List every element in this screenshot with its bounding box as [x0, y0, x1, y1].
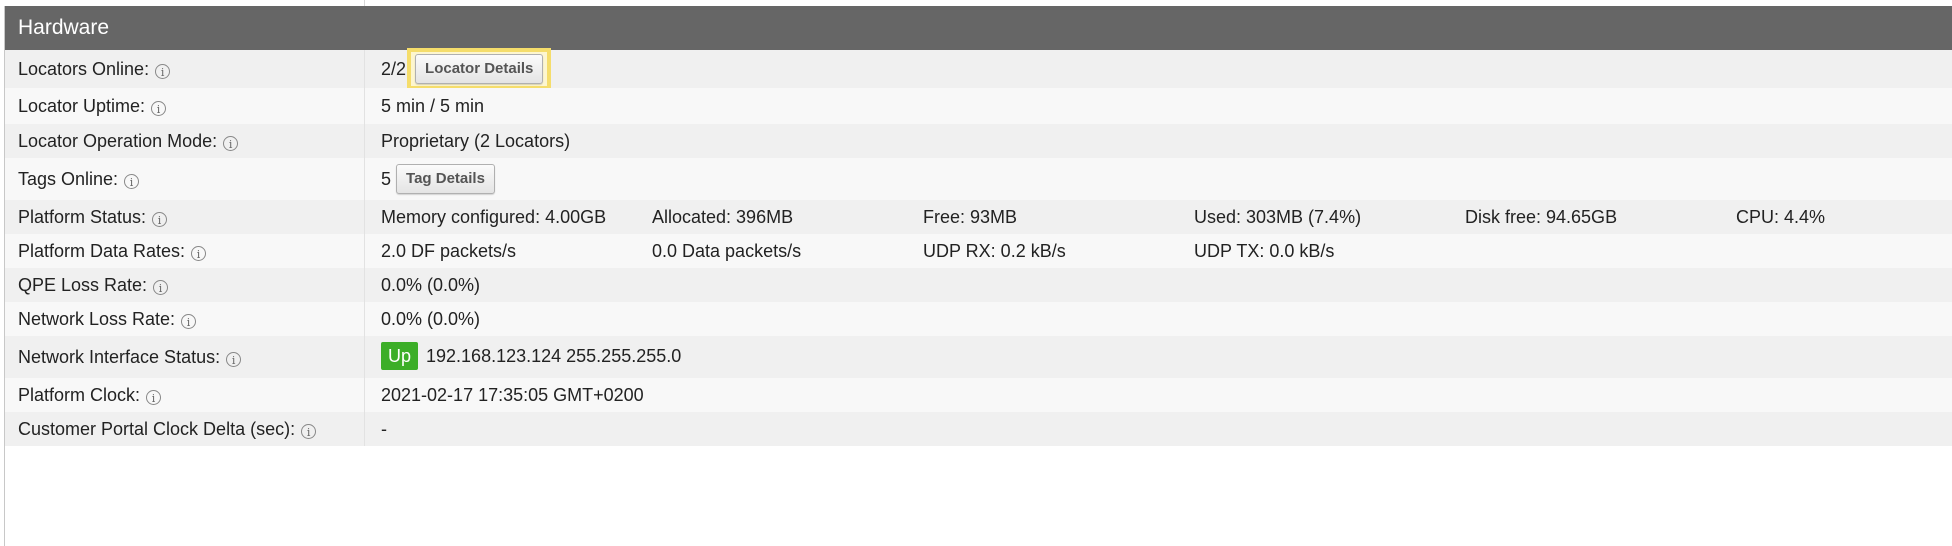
row-value: Memory configured: 4.00GB Allocated: 396… — [365, 200, 1952, 234]
label-text: Customer Portal Clock Delta (sec): — [18, 418, 296, 439]
row-value: 5 Tag Details — [365, 158, 1952, 200]
info-icon[interactable]: i — [153, 279, 169, 295]
row-qpe-loss-rate: QPE Loss Rate: i 0.0% (0.0%) — [5, 268, 1952, 302]
value-text: 0.0% (0.0%) — [381, 274, 481, 295]
label-text: Platform Data Rates: — [18, 240, 186, 261]
row-value: - — [365, 412, 1952, 446]
row-label: Locators Online: i — [5, 50, 365, 88]
info-icon[interactable]: i — [146, 389, 162, 405]
value-text: Proprietary (2 Locators) — [381, 130, 571, 151]
locators-count: 2/2 — [381, 58, 407, 79]
row-value: 2021-02-17 17:35:05 GMT+0200 — [365, 378, 1952, 412]
section-header: Hardware — [5, 6, 1952, 50]
value-text: 2021-02-17 17:35:05 GMT+0200 — [381, 384, 644, 405]
label-text: Platform Clock: — [18, 384, 141, 405]
row-label: QPE Loss Rate: i — [5, 268, 365, 302]
memory-allocated: Allocated: 396MB — [652, 206, 794, 227]
tags-count: 5 — [381, 168, 392, 189]
status-badge: Up — [381, 342, 419, 370]
info-icon[interactable]: i — [151, 100, 167, 116]
memory-used: Used: 303MB (7.4%) — [1194, 206, 1362, 227]
row-label: Platform Status: i — [5, 200, 365, 234]
row-platform-status: Platform Status: i Memory configured: 4.… — [5, 200, 1952, 234]
info-icon[interactable]: i — [181, 313, 197, 329]
udp-rx-rate: UDP RX: 0.2 kB/s — [923, 240, 1066, 261]
value-text: 0.0% (0.0%) — [381, 308, 481, 329]
row-label: Network Interface Status: i — [5, 336, 365, 378]
row-platform-clock: Platform Clock: i 2021-02-17 17:35:05 GM… — [5, 378, 1952, 412]
info-icon[interactable]: i — [191, 245, 207, 261]
label-text: Locator Operation Mode: — [18, 130, 218, 151]
data-packets-rate: 0.0 Data packets/s — [652, 240, 802, 261]
label-text: Network Loss Rate: — [18, 308, 176, 329]
row-locators-online: Locators Online: i 2/2 Locator Details — [5, 48, 1952, 90]
memory-configured: Memory configured: 4.00GB — [381, 206, 607, 227]
row-platform-data-rates: Platform Data Rates: i 2.0 DF packets/s … — [5, 234, 1952, 268]
value-text: - — [381, 418, 387, 439]
label-text: QPE Loss Rate: — [18, 274, 148, 295]
row-value: Proprietary (2 Locators) — [365, 124, 1952, 158]
row-value: 2/2 Locator Details — [365, 48, 1952, 90]
info-icon[interactable]: i — [301, 423, 317, 439]
row-network-interface-status: Network Interface Status: i Up 192.168.1… — [5, 336, 1952, 378]
row-label: Locator Uptime: i — [5, 88, 365, 124]
tag-details-button[interactable]: Tag Details — [396, 164, 495, 194]
row-network-loss-rate: Network Loss Rate: i 0.0% (0.0%) — [5, 302, 1952, 336]
row-value: 0.0% (0.0%) — [365, 268, 1952, 302]
highlight-box: Locator Details — [407, 48, 552, 90]
label-text: Locator Uptime: — [18, 95, 146, 116]
info-icon[interactable]: i — [155, 63, 171, 79]
label-text: Platform Status: — [18, 206, 147, 227]
row-locator-operation-mode: Locator Operation Mode: i Proprietary (2… — [5, 124, 1952, 158]
cpu-usage: CPU: 4.4% — [1736, 206, 1826, 227]
label-text: Network Interface Status: — [18, 346, 221, 367]
row-customer-portal-clock-delta: Customer Portal Clock Delta (sec): i - — [5, 412, 1952, 446]
ip-address: 192.168.123.124 255.255.255.0 — [426, 346, 682, 366]
row-value: 5 min / 5 min — [365, 88, 1952, 124]
label-text: Locators Online: — [18, 58, 150, 79]
info-icon[interactable]: i — [223, 135, 239, 151]
memory-free: Free: 93MB — [923, 206, 1018, 227]
row-label: Platform Data Rates: i — [5, 234, 365, 268]
disk-free: Disk free: 94.65GB — [1465, 206, 1618, 227]
hardware-panel: Hardware Locators Online: i 2/2 Locator … — [4, 6, 1952, 546]
row-value: 2.0 DF packets/s 0.0 Data packets/s UDP … — [365, 234, 1952, 268]
info-icon[interactable]: i — [124, 173, 140, 189]
row-value: Up 192.168.123.124 255.255.255.0 — [365, 336, 1952, 378]
info-icon[interactable]: i — [152, 211, 168, 227]
label-text: Tags Online: — [18, 168, 119, 189]
df-packets-rate: 2.0 DF packets/s — [381, 240, 517, 261]
row-locator-uptime: Locator Uptime: i 5 min / 5 min — [5, 88, 1952, 124]
locator-details-button[interactable]: Locator Details — [415, 54, 544, 84]
row-label: Locator Operation Mode: i — [5, 124, 365, 158]
row-label: Customer Portal Clock Delta (sec): i — [5, 412, 365, 446]
row-value: 0.0% (0.0%) — [365, 302, 1952, 336]
info-icon[interactable]: i — [226, 351, 242, 367]
value-text: 5 min / 5 min — [381, 95, 485, 116]
row-tags-online: Tags Online: i 5 Tag Details — [5, 158, 1952, 200]
row-label: Tags Online: i — [5, 158, 365, 200]
udp-tx-rate: UDP TX: 0.0 kB/s — [1194, 240, 1335, 261]
row-label: Network Loss Rate: i — [5, 302, 365, 336]
row-label: Platform Clock: i — [5, 378, 365, 412]
